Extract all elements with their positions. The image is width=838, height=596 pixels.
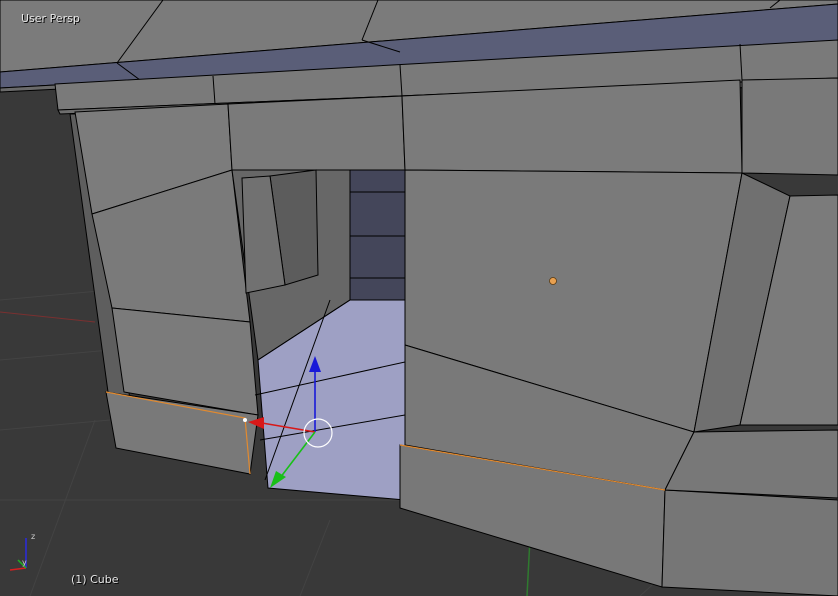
axis-gizmo-icon <box>9 538 27 571</box>
right-base-far[interactable] <box>661 489 838 596</box>
viewport-scene[interactable] <box>0 0 838 596</box>
x-axis-line <box>0 311 96 323</box>
active-object-label: (1) Cube <box>71 573 119 586</box>
selected-vertex[interactable] <box>243 418 247 422</box>
right-wall-upper[interactable] <box>401 79 743 174</box>
right-recess-frame[interactable] <box>741 77 838 176</box>
interior-back-dark[interactable] <box>349 169 406 301</box>
right-sill[interactable] <box>664 429 838 499</box>
3d-viewport[interactable]: User Persp (1) Cube z y <box>0 0 838 596</box>
axis-orientation-gizmo: z y <box>4 532 44 576</box>
view-name-label: User Persp <box>21 12 80 25</box>
axis-gizmo-y-label: y <box>22 558 27 567</box>
lintel-left-face[interactable] <box>227 95 406 171</box>
axis-gizmo-z-label: z <box>31 532 36 541</box>
object-origin[interactable] <box>549 277 557 285</box>
